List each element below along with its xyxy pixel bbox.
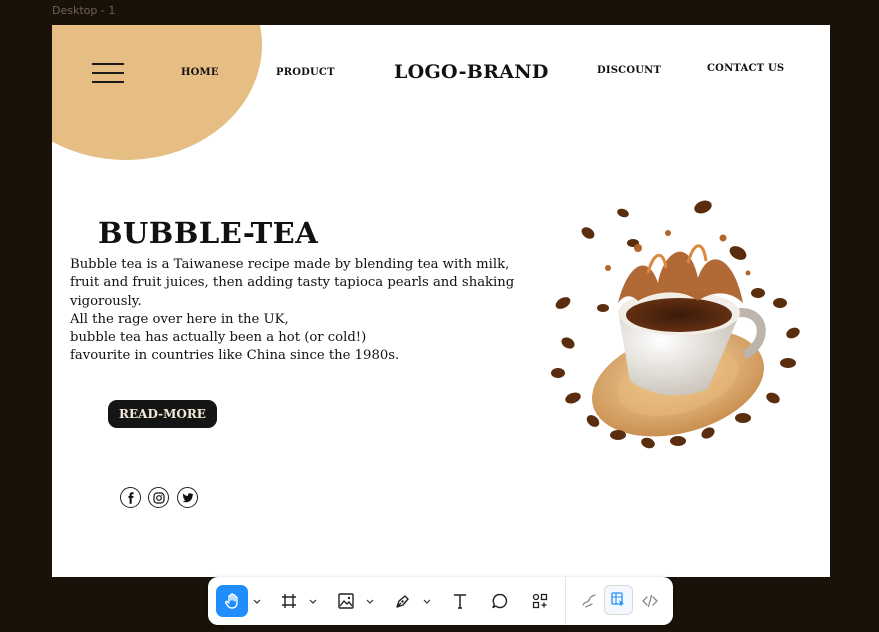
- draw-icon: [582, 594, 596, 608]
- text-icon: [454, 594, 466, 609]
- hero-line: Bubble tea is a Taiwanese recipe made by…: [70, 257, 510, 272]
- comment-tool-button[interactable]: [485, 585, 515, 617]
- nav-home-link[interactable]: HOME: [181, 67, 219, 78]
- read-more-button[interactable]: READ-MORE: [108, 400, 217, 428]
- menu-icon[interactable]: [92, 63, 124, 83]
- design-toolbar: [208, 577, 673, 625]
- hand-tool-button[interactable]: [216, 585, 248, 617]
- nav-product-link[interactable]: PRODUCT: [276, 67, 335, 78]
- chevron-down-icon[interactable]: [309, 596, 317, 606]
- hero-line: bubble tea has actually been a hot (or c…: [70, 330, 367, 346]
- twitter-icon[interactable]: [177, 487, 198, 508]
- frame-tool-button[interactable]: [274, 585, 304, 617]
- image-icon: [338, 593, 354, 609]
- toolbar-divider: [565, 577, 566, 625]
- coffee-cup-image: [551, 200, 800, 449]
- components-icon: [532, 593, 548, 609]
- design-mode-button[interactable]: [604, 585, 633, 615]
- hero-line: favourite in countries like China since …: [70, 348, 400, 364]
- dev-mode-button[interactable]: [636, 585, 664, 617]
- draw-mode-button[interactable]: [575, 585, 603, 617]
- image-tool-button[interactable]: [331, 585, 361, 617]
- nav-discount-link[interactable]: DISCOUNT: [597, 65, 661, 76]
- design-mode-icon: [611, 592, 624, 607]
- text-tool-button[interactable]: [445, 585, 475, 617]
- hero-line: fruit and fruit juices, then adding tast…: [70, 275, 515, 291]
- pen-icon: [396, 595, 409, 608]
- comment-icon: [492, 593, 508, 609]
- hero-title: BUBBLE-TEA: [98, 216, 319, 250]
- nav-contact-link[interactable]: CONTACT US: [707, 63, 784, 74]
- hero-line: All the rage over here in the UK,: [70, 311, 289, 327]
- facebook-icon[interactable]: [120, 487, 141, 508]
- chevron-down-icon[interactable]: [366, 596, 374, 606]
- chevron-down-icon[interactable]: [423, 596, 431, 606]
- code-icon: [642, 594, 658, 608]
- frame-icon: [282, 594, 296, 608]
- instagram-icon[interactable]: [148, 487, 169, 508]
- hero-line: vigorously.: [70, 293, 142, 309]
- accent-blob: [52, 25, 262, 160]
- hero-description: Bubble tea is a Taiwanese recipe made by…: [70, 256, 538, 366]
- hand-icon: [225, 593, 238, 609]
- brand-logo[interactable]: LOGO-BRAND: [394, 61, 549, 83]
- pen-tool-button[interactable]: [388, 585, 418, 617]
- frame-label[interactable]: Desktop - 1: [52, 4, 115, 17]
- desktop-frame: HOME PRODUCT LOGO-BRAND DISCOUNT CONTACT…: [52, 25, 830, 577]
- chevron-down-icon[interactable]: [253, 596, 261, 606]
- components-tool-button[interactable]: [525, 585, 555, 617]
